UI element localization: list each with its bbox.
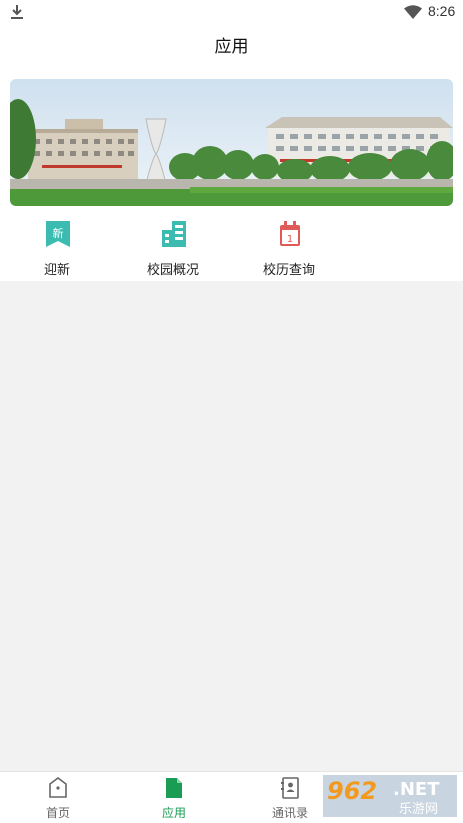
wifi-icon: [404, 5, 422, 19]
app-label: 迎新: [43, 263, 70, 278]
watermark-suffix: .NET: [393, 779, 440, 800]
title-bar: 应用: [0, 24, 463, 72]
app-item-campus-overview[interactable]: 校园概况: [128, 215, 218, 281]
page-title: 应用: [214, 37, 249, 57]
contacts-icon: [281, 777, 299, 799]
app-badge-text: 新: [53, 226, 64, 240]
campus-banner[interactable]: [10, 79, 453, 206]
site-watermark-logo: 962 .NET 乐游网: [323, 775, 457, 817]
new-student-icon: 新: [46, 221, 70, 247]
app-item-school-calendar[interactable]: 1 校历查询: [244, 215, 334, 281]
home-icon: [49, 777, 67, 798]
tab-label: 首页: [45, 806, 70, 820]
download-icon: [11, 5, 23, 19]
watermark-subtitle: 乐游网: [399, 802, 438, 817]
calendar-icon: 1: [280, 221, 300, 246]
status-time: 8:26: [428, 3, 456, 19]
building-icon: [162, 221, 186, 247]
app-label: 校历查询: [262, 263, 315, 278]
app-label: 校园概况: [146, 263, 199, 278]
tab-home[interactable]: 首页: [0, 772, 116, 823]
tab-apps[interactable]: 应用: [116, 772, 232, 823]
calendar-day-text: 1: [287, 234, 293, 245]
watermark-brand: 962: [327, 777, 377, 805]
campus-photo: [10, 79, 453, 206]
tab-label: 应用: [161, 806, 186, 820]
file-icon: [166, 778, 182, 798]
status-bar: 8:26: [0, 0, 463, 24]
main-content: 新 迎新 校园概况 1 校历查询: [0, 72, 463, 281]
app-item-welcome[interactable]: 新 迎新: [12, 215, 102, 281]
app-grid: 新 迎新 校园概况 1 校历查询: [0, 215, 463, 281]
